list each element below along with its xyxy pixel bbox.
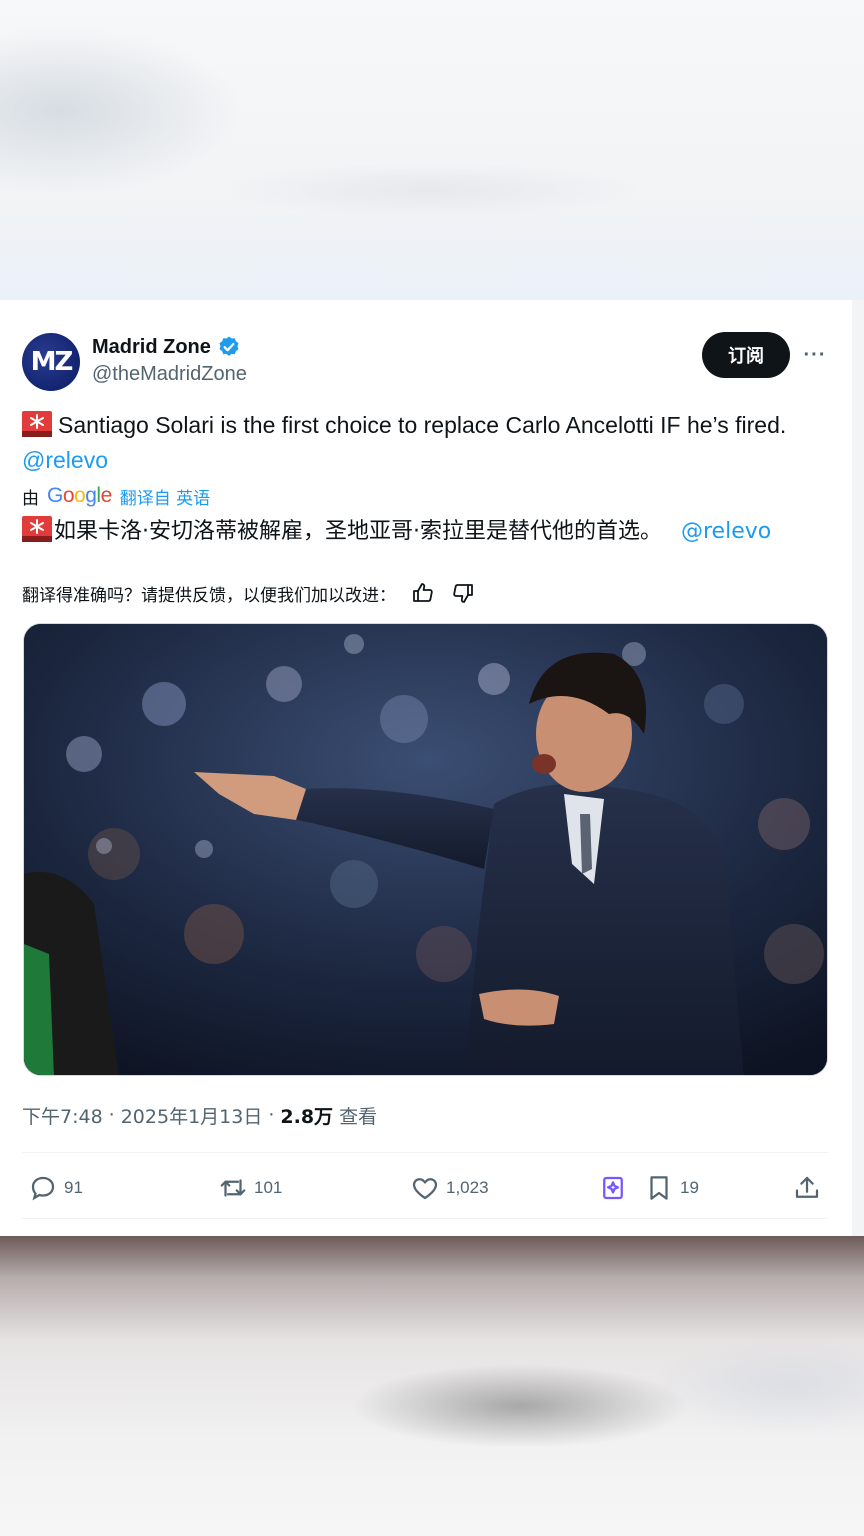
translation-attribution: 由 Google 翻译自 英语 — [22, 484, 210, 509]
translated-by-label: 由 — [22, 488, 39, 509]
bookmark-icon — [650, 1176, 668, 1200]
grok-icon — [603, 1176, 623, 1200]
blurred-background-bottom — [0, 1236, 864, 1536]
translate-source-link[interactable]: 翻译自 英语 — [120, 484, 210, 509]
meta-separator: · — [108, 1104, 115, 1126]
rotating-light-icon — [22, 411, 52, 437]
grok-button[interactable] — [598, 1168, 628, 1208]
thumbs-up-icon[interactable] — [410, 580, 436, 606]
verified-badge-icon — [219, 336, 239, 356]
translated-body: 如果卡洛·安切洛蒂被解雇，圣地亚哥·索拉里是替代他的首选。 — [54, 519, 662, 544]
feedback-prompt: 翻译得准确吗？请提供反馈，以便我们加以改进： — [22, 585, 396, 606]
mention-link[interactable]: @relevo — [22, 447, 108, 473]
meta-separator: · — [268, 1104, 275, 1126]
divider — [22, 1152, 828, 1153]
action-bar: 91 101 1,023 19 — [22, 1168, 828, 1208]
tweet-time[interactable]: 下午7:48 — [22, 1102, 103, 1129]
tweet-text: Santiago Solari is the first choice to r… — [22, 408, 822, 478]
more-options-icon[interactable]: ··· — [800, 340, 830, 370]
reply-count: 91 — [64, 1178, 83, 1197]
author-display-name[interactable]: Madrid Zone — [92, 336, 211, 359]
like-button[interactable]: 1,023 — [410, 1168, 489, 1208]
bookmark-count: 19 — [680, 1178, 699, 1197]
translation-feedback: 翻译得准确吗？请提供反馈，以便我们加以改进： — [22, 578, 476, 608]
retweet-icon — [220, 1179, 246, 1197]
author-name-row[interactable]: Madrid Zone — [92, 334, 241, 360]
retweet-count: 101 — [254, 1178, 283, 1197]
rotating-light-icon — [22, 516, 52, 542]
divider — [22, 1218, 828, 1219]
author-avatar[interactable]: MZ — [22, 333, 80, 391]
like-count: 1,023 — [446, 1178, 489, 1197]
thumbs-down-icon[interactable] — [450, 580, 476, 606]
google-logo: Google — [47, 484, 112, 507]
reply-button[interactable]: 91 — [28, 1168, 83, 1208]
blurred-background-top — [0, 0, 864, 300]
views-count: 2.8万 — [280, 1105, 334, 1128]
heart-icon — [412, 1178, 438, 1200]
tweet-photo[interactable] — [23, 623, 828, 1076]
tweet-date[interactable]: 2025年1月13日 — [121, 1102, 263, 1129]
views-label: 查看 — [339, 1105, 378, 1128]
bookmark-button[interactable]: 19 — [644, 1168, 699, 1208]
share-icon — [795, 1176, 819, 1198]
subscribe-button[interactable]: 订阅 — [702, 332, 790, 378]
author-handle[interactable]: @theMadridZone — [92, 363, 247, 386]
tweet-body: Santiago Solari is the first choice to r… — [58, 412, 787, 438]
translated-text: 如果卡洛·安切洛蒂被解雇，圣地亚哥·索拉里是替代他的首选。 @relevo — [22, 515, 832, 549]
retweet-button[interactable]: 101 — [218, 1168, 282, 1208]
share-button[interactable] — [792, 1168, 822, 1208]
avatar-text: MZ — [30, 347, 74, 377]
reply-icon — [31, 1176, 55, 1201]
photo-coach-pointing — [24, 624, 827, 1075]
translated-mention-link[interactable]: @relevo — [681, 519, 771, 544]
tweet-metadata: 下午7:48 · 2025年1月13日 · 2.8万 查看 — [22, 1100, 377, 1130]
